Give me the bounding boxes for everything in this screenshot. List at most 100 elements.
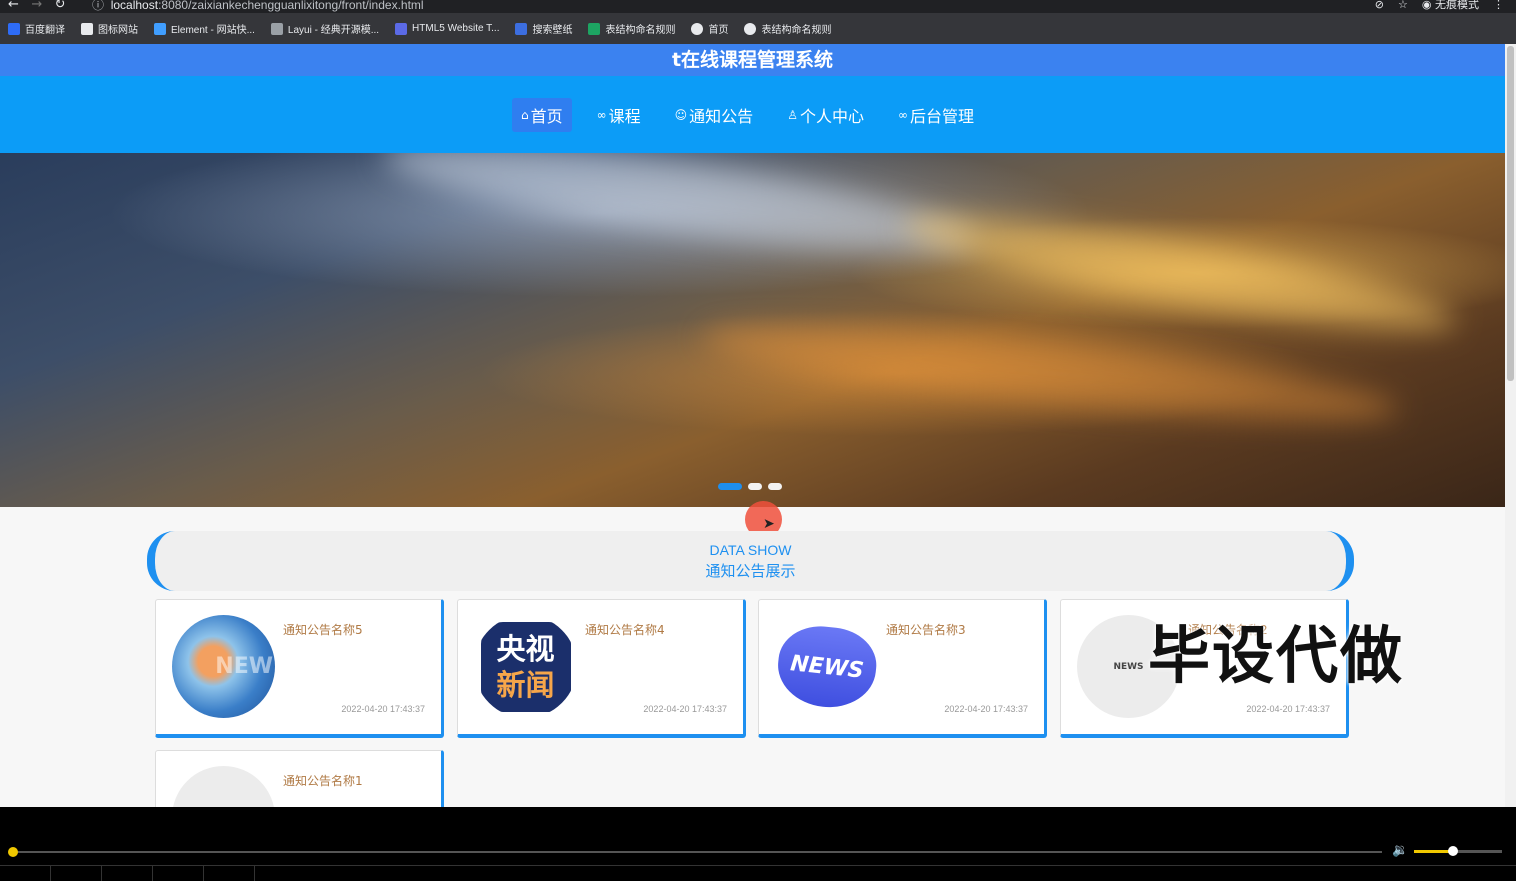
section-title-en: DATA SHOW [709, 542, 792, 558]
bookmark-icon [8, 22, 20, 35]
link-icon: ∞ [897, 107, 908, 122]
video-player-controls: 🔉 [0, 807, 1516, 881]
site-title: t在线课程管理系统 [0, 44, 1505, 76]
strip-cell [204, 866, 255, 881]
thumb-text: 央视 [496, 631, 555, 666]
bookmark-item[interactable]: 图标网站 [81, 21, 138, 36]
carousel-banner[interactable] [0, 153, 1505, 507]
strip-cell [153, 866, 204, 881]
bookmark-item[interactable]: Element - 网站快... [154, 21, 255, 36]
back-icon[interactable]: ← [8, 0, 19, 12]
html5-icon [395, 22, 408, 35]
notice-title[interactable]: 通知公告名称1 [283, 772, 363, 789]
section-header: DATA SHOW 通知公告展示 [147, 531, 1354, 591]
scrollbar-thumb[interactable] [1507, 46, 1514, 381]
thumb-text: 新闻 [496, 667, 555, 702]
strip-cell [102, 866, 153, 881]
bookmark-label: HTML5 Website T... [412, 23, 500, 34]
news-3d-graphic: NEWS [775, 621, 878, 712]
address-bar[interactable]: ⓘ localhost:8080/zaixiankechengguanlixit… [92, 0, 424, 13]
url-host: localhost [110, 0, 159, 12]
bookmark-label: 表结构命名规则 [761, 25, 832, 36]
star-icon[interactable]: ☆ [1398, 0, 1408, 11]
bookmark-item[interactable]: 首页 [691, 21, 728, 36]
notice-date: 2022-04-20 17:43:37 [944, 704, 1028, 714]
notice-title[interactable]: 通知公告名称5 [283, 621, 363, 638]
thumb-text: NEWS [788, 650, 865, 683]
nav-item-home[interactable]: ⌂ 首页 [512, 97, 572, 132]
smile-icon: ☺ [674, 107, 688, 122]
nav-label: 首页 [530, 106, 563, 126]
section-title-cn: 通知公告展示 [705, 562, 796, 580]
url-path: :8080/zaixiankechengguanlixitong/front/i… [158, 0, 424, 12]
thumb-text: NEW [215, 654, 273, 679]
flag-icon [81, 22, 93, 35]
bookmark-item[interactable]: 百度翻译 [8, 21, 65, 36]
home-icon: ⌂ [521, 107, 529, 122]
eye-off-icon[interactable]: ⊘ [1375, 0, 1384, 11]
user-icon: ♙ [787, 107, 798, 122]
nav-label: 后台管理 [909, 106, 974, 126]
browser-toolbar: ← → ↻ ⓘ localhost:8080/zaixiankechenggua… [0, 0, 1516, 13]
sheet-icon [588, 22, 601, 35]
bookmark-item[interactable]: 表结构命名规则 [588, 21, 675, 36]
notice-date: 2022-04-20 17:43:37 [643, 704, 727, 714]
seek-bar[interactable] [12, 851, 1382, 853]
forward-icon[interactable]: → [31, 0, 42, 12]
strip-cell [51, 866, 102, 881]
notice-card[interactable]: NEW 通知公告名称5 2022-04-20 17:43:37 [155, 599, 444, 738]
player-bottom-strip [0, 865, 1516, 881]
incognito-badge[interactable]: ◉ 无痕模式 [1422, 0, 1479, 12]
notice-card[interactable]: NEWS 通知公告名称1 [155, 750, 444, 807]
main-nav: ⌂ 首页 ∞ 课程 ☺ 通知公告 ♙ 个人中心 ∞ 后台管理 [0, 76, 1505, 153]
cursor-icon: ➤ [763, 516, 775, 532]
bookmark-label: 首页 [708, 25, 729, 36]
notice-thumbnail: 央视 新闻 [474, 615, 577, 718]
link-icon: ∞ [596, 107, 607, 122]
notice-thumbnail: NEW [172, 615, 275, 718]
globe-icon [691, 22, 704, 35]
banner-streak [899, 194, 1461, 352]
nav-item-admin[interactable]: ∞ 后台管理 [889, 98, 983, 132]
browser-nav-buttons: ← → ↻ [8, 0, 66, 12]
volume-icon[interactable]: 🔉 [1392, 843, 1408, 858]
bookmarks-bar: 百度翻译 图标网站 Element - 网站快... Layui - 经典开源模… [0, 13, 1516, 44]
wallpaper-icon [515, 22, 528, 35]
seek-handle[interactable] [8, 847, 18, 857]
bookmark-label: 百度翻译 [25, 25, 65, 36]
browser-actions: ⊘ ☆ ◉ 无痕模式 ⋮ [1375, 0, 1504, 12]
cctv-logo: 央视 新闻 [480, 621, 571, 712]
bookmark-label: Element - 网站快... [171, 25, 255, 36]
nav-item-notices[interactable]: ☺ 通知公告 [666, 98, 763, 132]
nav-label: 个人中心 [799, 106, 864, 126]
volume-handle[interactable] [1448, 846, 1458, 856]
notice-title[interactable]: 通知公告名称3 [886, 621, 966, 638]
volume-fill [1414, 850, 1450, 853]
bookmark-label: 表结构命名规则 [605, 25, 676, 36]
bookmark-item[interactable]: Layui - 经典开源模... [270, 21, 379, 36]
bookmark-label: 图标网站 [98, 25, 138, 36]
bookmark-item[interactable]: HTML5 Website T... [395, 22, 500, 35]
thumb-text: NEWS [1113, 661, 1144, 672]
notice-card[interactable]: NEWS 通知公告名称3 2022-04-20 17:43:37 [758, 599, 1047, 738]
nav-item-profile[interactable]: ♙ 个人中心 [778, 98, 873, 132]
notice-card[interactable]: 央视 新闻 通知公告名称4 2022-04-20 17:43:37 [457, 599, 746, 738]
bookmark-label: 搜索壁纸 [532, 25, 573, 36]
menu-icon[interactable]: ⋮ [1493, 0, 1504, 11]
carousel-dot[interactable] [768, 483, 782, 490]
reload-icon[interactable]: ↻ [55, 0, 66, 12]
nav-item-courses[interactable]: ∞ 课程 [588, 98, 650, 132]
strip-cell [0, 866, 51, 881]
carousel-dot[interactable] [748, 483, 762, 490]
page-scrollbar[interactable] [1505, 44, 1516, 807]
notice-thumbnail: NEWS [172, 766, 275, 807]
info-icon: ⓘ [92, 0, 105, 12]
nav-label: 通知公告 [689, 106, 754, 126]
carousel-dot[interactable] [718, 483, 742, 490]
globe-icon [744, 22, 757, 35]
notice-date: 2022-04-20 17:43:37 [1246, 704, 1330, 714]
bookmark-item[interactable]: 搜索壁纸 [515, 21, 572, 36]
bookmark-item[interactable]: 表结构命名规则 [744, 21, 831, 36]
notice-title[interactable]: 通知公告名称4 [585, 621, 665, 638]
volume-slider[interactable] [1414, 850, 1502, 853]
